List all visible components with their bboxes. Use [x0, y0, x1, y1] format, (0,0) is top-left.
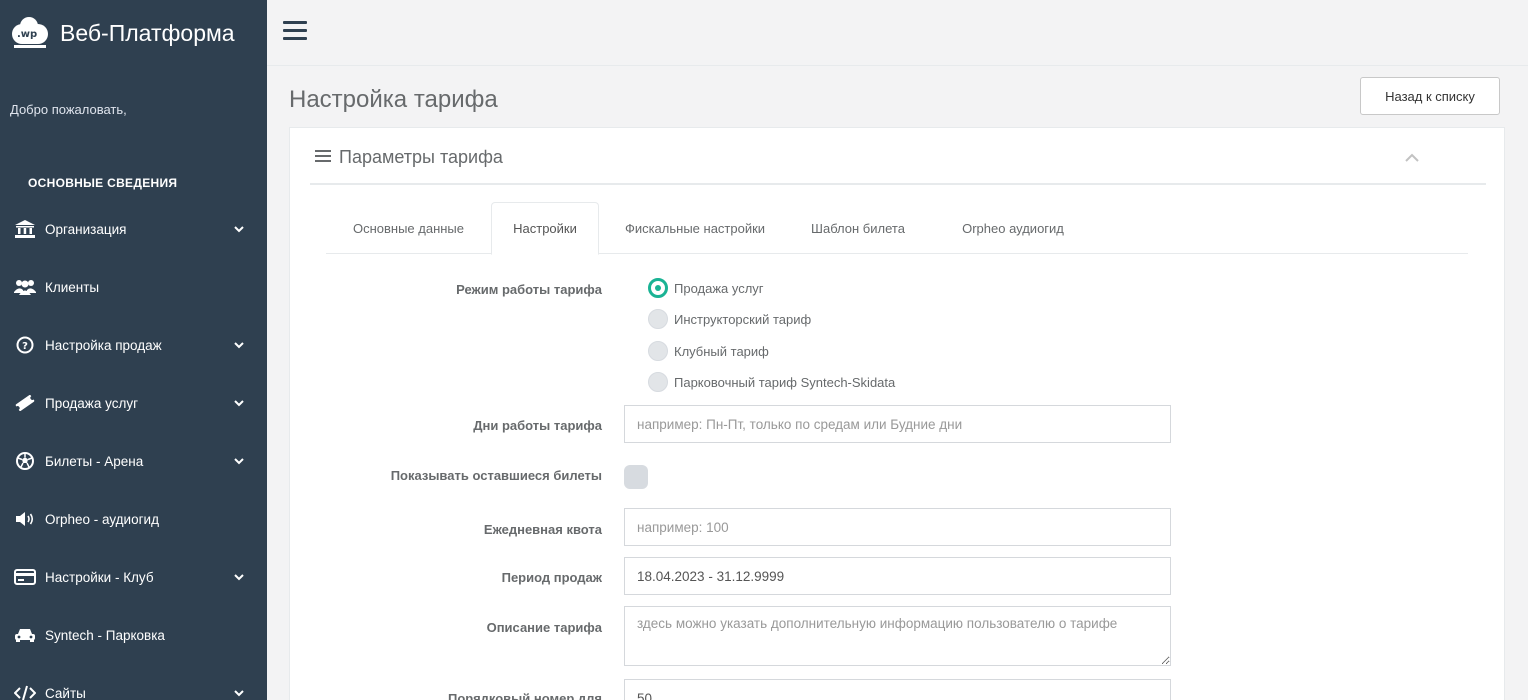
brand[interactable]: .wp Веб-Платформа	[0, 0, 267, 66]
car-icon	[14, 625, 36, 645]
radio-label: Клубный тариф	[674, 343, 769, 359]
radio-unchecked-icon	[648, 372, 668, 392]
volume-icon	[14, 509, 36, 529]
radio-service-sales[interactable]: Продажа услуг	[648, 278, 764, 298]
chevron-down-icon	[233, 397, 245, 409]
order-number-input[interactable]	[624, 679, 1171, 700]
sidebar-item-label: Организация	[45, 221, 127, 237]
chevron-down-icon	[233, 687, 245, 699]
radio-parking-tariff[interactable]: Парковочный тариф Syntech-Skidata	[648, 372, 895, 392]
chevron-up-icon[interactable]	[1404, 151, 1420, 163]
daily-quota-input[interactable]	[624, 508, 1171, 546]
panel-title: Параметры тарифа	[339, 147, 503, 167]
page-title: Настройка тарифа	[289, 86, 498, 113]
radio-club-tariff[interactable]: Клубный тариф	[648, 341, 769, 361]
mode-label: Режим работы тарифа	[456, 282, 602, 297]
sales-period-label: Период продаж	[501, 570, 602, 585]
welcome-text: Добро пожаловать,	[10, 102, 127, 117]
question-circle-icon: ?	[14, 335, 36, 355]
credit-card-icon	[14, 567, 36, 587]
list-icon	[315, 150, 331, 164]
tab-ticket-template[interactable]: Шаблон билета	[791, 202, 925, 254]
sidebar-item-label: Syntech - Парковка	[45, 627, 165, 643]
sidebar-item-label: Настройка продаж	[45, 337, 162, 353]
back-to-list-button[interactable]: Назад к списку	[1360, 77, 1500, 115]
tariff-params-panel: Параметры тарифа Основные данные Настрой…	[289, 127, 1505, 700]
cloud-logo-icon: .wp	[12, 17, 48, 48]
sidebar-item-sales-settings[interactable]: ? Настройка продаж	[0, 316, 267, 374]
chevron-down-icon	[233, 571, 245, 583]
description-textarea[interactable]	[624, 606, 1171, 666]
radio-label: Продажа услуг	[674, 280, 764, 296]
sidebar-item-club-settings[interactable]: Настройки - Клуб	[0, 548, 267, 606]
days-input[interactable]	[624, 405, 1171, 443]
tab-fiscal-settings[interactable]: Фискальные настройки	[605, 202, 785, 254]
sidebar-item-label: Orpheo - аудиогид	[45, 511, 159, 527]
hamburger-menu-icon[interactable]	[283, 21, 307, 41]
code-icon	[14, 683, 36, 700]
radio-unchecked-icon	[648, 309, 668, 329]
panel-header: Параметры тарифа	[310, 128, 1486, 185]
bank-icon	[14, 219, 36, 239]
sidebar-item-clients[interactable]: Клиенты	[0, 258, 267, 316]
sidebar-item-organization[interactable]: Организация	[0, 200, 267, 258]
section-label: ОСНОВНЫЕ СВЕДЕНИЯ	[28, 176, 178, 190]
sales-period-input[interactable]	[624, 557, 1171, 595]
chevron-down-icon	[233, 223, 245, 235]
radio-unchecked-icon	[648, 341, 668, 361]
sidebar-item-service-sales[interactable]: Продажа услуг	[0, 374, 267, 432]
tab-orpheo-audioguide[interactable]: Orpheo аудиогид	[938, 202, 1088, 254]
radio-instructor-tariff[interactable]: Инструкторский тариф	[648, 309, 811, 329]
sidebar-item-label: Клиенты	[45, 279, 100, 295]
tab-main-data[interactable]: Основные данные	[326, 202, 491, 254]
sidebar-item-orpheo[interactable]: Orpheo - аудиогид	[0, 490, 267, 548]
order-number-label: Порядковый номер для	[448, 691, 602, 700]
brand-title: Веб-Платформа	[60, 19, 235, 46]
tab-settings[interactable]: Настройки	[491, 202, 599, 255]
top-navbar	[267, 0, 1528, 66]
radio-checked-icon	[648, 278, 668, 298]
description-label: Описание тарифа	[486, 620, 602, 635]
sidebar-nav: Организация Клиенты ? Настройка продаж П…	[0, 200, 267, 700]
radio-label: Парковочный тариф Syntech-Skidata	[674, 374, 896, 390]
sidebar-item-label: Продажа услуг	[45, 395, 138, 411]
svg-text:?: ?	[22, 341, 28, 352]
tab-bar: Основные данные Настройки Фискальные нас…	[326, 202, 1468, 255]
sidebar-item-arena-tickets[interactable]: Билеты - Арена	[0, 432, 267, 490]
soccer-ball-icon	[14, 451, 36, 471]
daily-quota-label: Ежедневная квота	[483, 522, 602, 537]
show-remaining-checkbox[interactable]	[624, 465, 648, 489]
chevron-down-icon	[233, 339, 245, 351]
sidebar-item-syntech-parking[interactable]: Syntech - Парковка	[0, 606, 267, 664]
radio-label: Инструкторский тариф	[674, 311, 812, 327]
sidebar-item-label: Настройки - Клуб	[45, 569, 154, 585]
show-remaining-label: Показывать оставшиеся билеты	[390, 468, 602, 483]
days-label: Дни работы тарифа	[473, 418, 602, 433]
sidebar-item-label: Сайты	[45, 685, 86, 700]
sidebar-item-sites[interactable]: Сайты	[0, 664, 267, 700]
users-icon	[14, 277, 36, 297]
chevron-down-icon	[233, 455, 245, 467]
sidebar: .wp Веб-Платформа Добро пожаловать, ОСНО…	[0, 0, 267, 700]
ticket-icon	[14, 393, 36, 413]
sidebar-item-label: Билеты - Арена	[45, 453, 144, 469]
